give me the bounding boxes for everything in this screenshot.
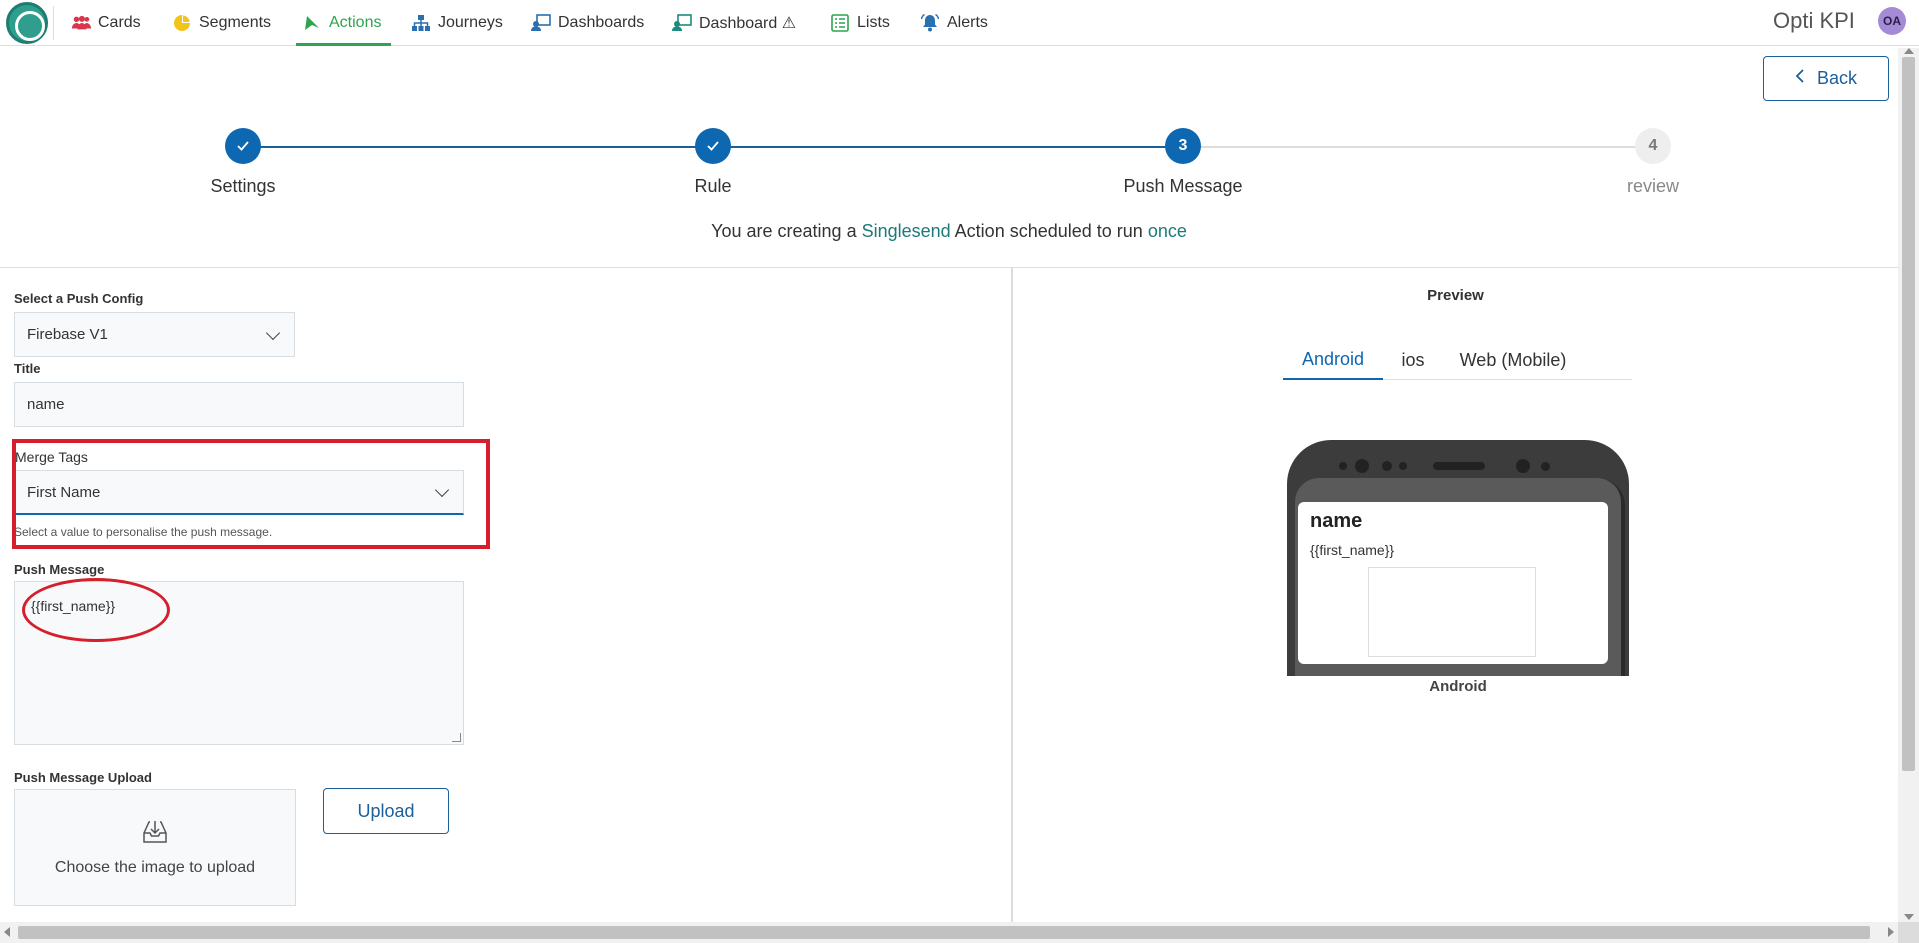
phone-sensor bbox=[1541, 462, 1550, 471]
nav-label: Journeys bbox=[438, 14, 503, 31]
nav-item-cards[interactable]: Cards bbox=[71, 0, 141, 46]
title-label: Title bbox=[14, 361, 41, 376]
scrollbar-thumb[interactable] bbox=[18, 926, 1870, 939]
summary-text: You are creating a bbox=[711, 221, 862, 241]
nav-item-lists[interactable]: Lists bbox=[830, 0, 890, 46]
vertical-scrollbar[interactable] bbox=[1898, 48, 1919, 922]
step-label-review: review bbox=[1626, 176, 1680, 196]
resize-handle[interactable] bbox=[452, 733, 461, 742]
step-push-message-number: 3 bbox=[1165, 128, 1201, 164]
step-settings-check[interactable] bbox=[225, 128, 261, 164]
chevron-down-icon bbox=[434, 482, 450, 498]
nav-item-actions[interactable]: Actions bbox=[295, 0, 392, 46]
merge-tags-select[interactable]: First Name bbox=[14, 470, 464, 515]
stepper-connector bbox=[1183, 146, 1653, 148]
pie-chart-icon bbox=[172, 13, 192, 33]
nav-label: Cards bbox=[98, 14, 141, 31]
title-input[interactable]: name bbox=[14, 382, 464, 427]
scroll-right-icon[interactable] bbox=[1888, 927, 1894, 937]
tab-web-mobile[interactable]: Web (Mobile) bbox=[1448, 340, 1578, 380]
tab-ios[interactable]: ios bbox=[1390, 340, 1436, 380]
check-icon bbox=[237, 141, 249, 151]
scroll-left-icon[interactable] bbox=[4, 927, 10, 937]
back-button-label: Back bbox=[1816, 68, 1858, 88]
preview-title: Preview bbox=[1427, 287, 1484, 304]
notification-title: name bbox=[1310, 510, 1363, 532]
image-upload-dropzone[interactable]: Choose the image to upload bbox=[14, 789, 296, 906]
chevron-left-icon bbox=[1795, 69, 1805, 88]
push-message-textarea[interactable]: {{first_name}} bbox=[14, 581, 464, 745]
nav-item-segments[interactable]: Segments bbox=[172, 0, 271, 46]
dashboard-icon bbox=[531, 13, 551, 33]
push-config-label: Select a Push Config bbox=[14, 291, 144, 306]
dashboard-icon bbox=[672, 13, 692, 33]
horizontal-scrollbar[interactable] bbox=[0, 922, 1898, 943]
panel-divider bbox=[1011, 267, 1013, 922]
scrollbar-thumb[interactable] bbox=[1902, 57, 1915, 771]
summary-text: Action scheduled to run bbox=[950, 221, 1148, 241]
top-nav: Cards Segments Actions Journeys Dashboar… bbox=[0, 0, 1919, 46]
list-icon bbox=[830, 13, 850, 33]
sitemap-icon bbox=[411, 13, 431, 33]
push-message-value: {{first_name}} bbox=[31, 598, 116, 614]
merge-tags-label: Merge Tags bbox=[15, 449, 88, 465]
check-icon bbox=[707, 141, 719, 151]
nav-item-alerts[interactable]: Alerts bbox=[920, 0, 988, 46]
step-review-number: 4 bbox=[1635, 128, 1671, 164]
back-button[interactable]: Back bbox=[1763, 56, 1889, 101]
scrollbar-corner bbox=[1898, 922, 1919, 943]
merge-tags-value: First Name bbox=[27, 483, 101, 501]
scroll-up-icon[interactable] bbox=[1904, 48, 1914, 54]
nav-divider bbox=[53, 6, 54, 40]
nav-label: Actions bbox=[329, 14, 382, 31]
stepper-connector bbox=[243, 146, 713, 148]
nav-item-journeys[interactable]: Journeys bbox=[411, 0, 503, 46]
phone-sensor bbox=[1339, 462, 1347, 470]
push-message-label: Push Message bbox=[14, 562, 105, 577]
upload-button[interactable]: Upload bbox=[323, 788, 449, 834]
upload-dropzone-text: Choose the image to upload bbox=[54, 858, 256, 876]
nav-item-dashboards[interactable]: Dashboards bbox=[531, 0, 644, 46]
nav-label: Dashboards bbox=[558, 14, 645, 31]
step-label-settings: Settings bbox=[210, 176, 276, 196]
merge-tags-hint: Select a value to personalise the push m… bbox=[14, 525, 273, 539]
tab-android[interactable]: Android bbox=[1283, 340, 1383, 380]
notification-preview: name {{first_name}} bbox=[1298, 502, 1608, 664]
phone-camera bbox=[1516, 459, 1530, 473]
chevron-down-icon bbox=[265, 325, 281, 340]
avatar[interactable]: OA bbox=[1878, 7, 1906, 35]
notification-body: {{first_name}} bbox=[1310, 542, 1395, 558]
nav-item-dashboard-warning[interactable]: Dashboard ⚠ bbox=[672, 0, 796, 46]
nav-label: Alerts bbox=[947, 14, 988, 31]
nav-label: Lists bbox=[857, 14, 890, 31]
nav-label: Dashboard ⚠ bbox=[699, 15, 797, 32]
phone-sensor bbox=[1399, 462, 1407, 470]
step-label-push-message: Push Message bbox=[1123, 176, 1243, 196]
brand-name: Opti KPI bbox=[1773, 8, 1855, 33]
phone-sensor bbox=[1382, 461, 1392, 471]
scroll-down-icon[interactable] bbox=[1904, 914, 1914, 920]
action-summary: You are creating a Singlesend Action sch… bbox=[0, 221, 1898, 242]
send-icon bbox=[302, 13, 322, 33]
phone-camera bbox=[1355, 459, 1369, 473]
phone-speaker bbox=[1433, 462, 1485, 470]
app-logo[interactable] bbox=[6, 2, 48, 44]
stepper-connector bbox=[713, 146, 1183, 148]
push-config-value: Firebase V1 bbox=[27, 326, 108, 343]
step-rule-check[interactable] bbox=[695, 128, 731, 164]
action-schedule: once bbox=[1147, 221, 1187, 241]
section-divider bbox=[0, 267, 1898, 268]
nav-label: Segments bbox=[199, 14, 272, 31]
device-caption: Android bbox=[1429, 678, 1487, 695]
action-type: Singlesend bbox=[861, 221, 951, 241]
download-icon bbox=[142, 819, 168, 845]
users-icon bbox=[71, 13, 91, 33]
push-config-select[interactable]: Firebase V1 bbox=[14, 312, 295, 357]
step-label-rule: Rule bbox=[694, 176, 732, 196]
notification-image-placeholder bbox=[1368, 567, 1536, 657]
bell-icon bbox=[920, 13, 940, 33]
upload-label: Push Message Upload bbox=[14, 770, 152, 785]
title-value: name bbox=[27, 396, 65, 413]
